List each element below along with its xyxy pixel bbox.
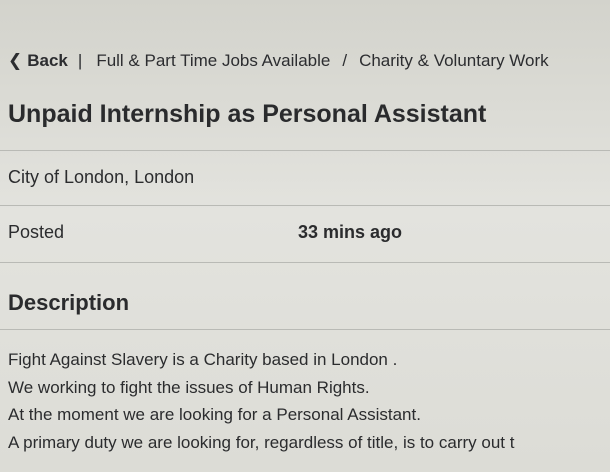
breadcrumb-separator: | (77, 51, 83, 70)
breadcrumb-jobs-available[interactable]: Full & Part Time Jobs Available (96, 51, 330, 71)
description-line: We working to fight the issues of Human … (8, 377, 370, 397)
divider (0, 262, 610, 263)
divider (0, 205, 610, 206)
job-listing-page: ❮ Back | Full & Part Time Jobs Available… (0, 0, 610, 472)
description-line: A primary duty we are looking for, regar… (8, 432, 515, 452)
breadcrumb-charity-voluntary-work[interactable]: Charity & Voluntary Work (359, 51, 549, 71)
chevron-left-icon: ❮ (8, 51, 23, 70)
description-heading: Description (8, 290, 130, 315)
back-link[interactable]: ❮ Back (8, 51, 68, 71)
breadcrumb-divider: / (342, 51, 348, 70)
breadcrumb: ❮ Back | Full & Part Time Jobs Available… (8, 47, 549, 75)
divider (0, 329, 610, 330)
description-line: Fight Against Slavery is a Charity based… (8, 350, 398, 369)
description-line: At the moment we are looking for a Perso… (8, 405, 421, 424)
divider (0, 150, 610, 151)
posted-value: 33 mins ago (298, 222, 403, 242)
back-label: Back (27, 51, 68, 70)
page-title: Unpaid Internship as Personal Assistant (8, 100, 487, 128)
job-location: City of London, London (8, 167, 195, 187)
description-text: Fight Against Slavery is a Charity based… (8, 346, 610, 456)
posted-label: Posted (8, 222, 65, 242)
